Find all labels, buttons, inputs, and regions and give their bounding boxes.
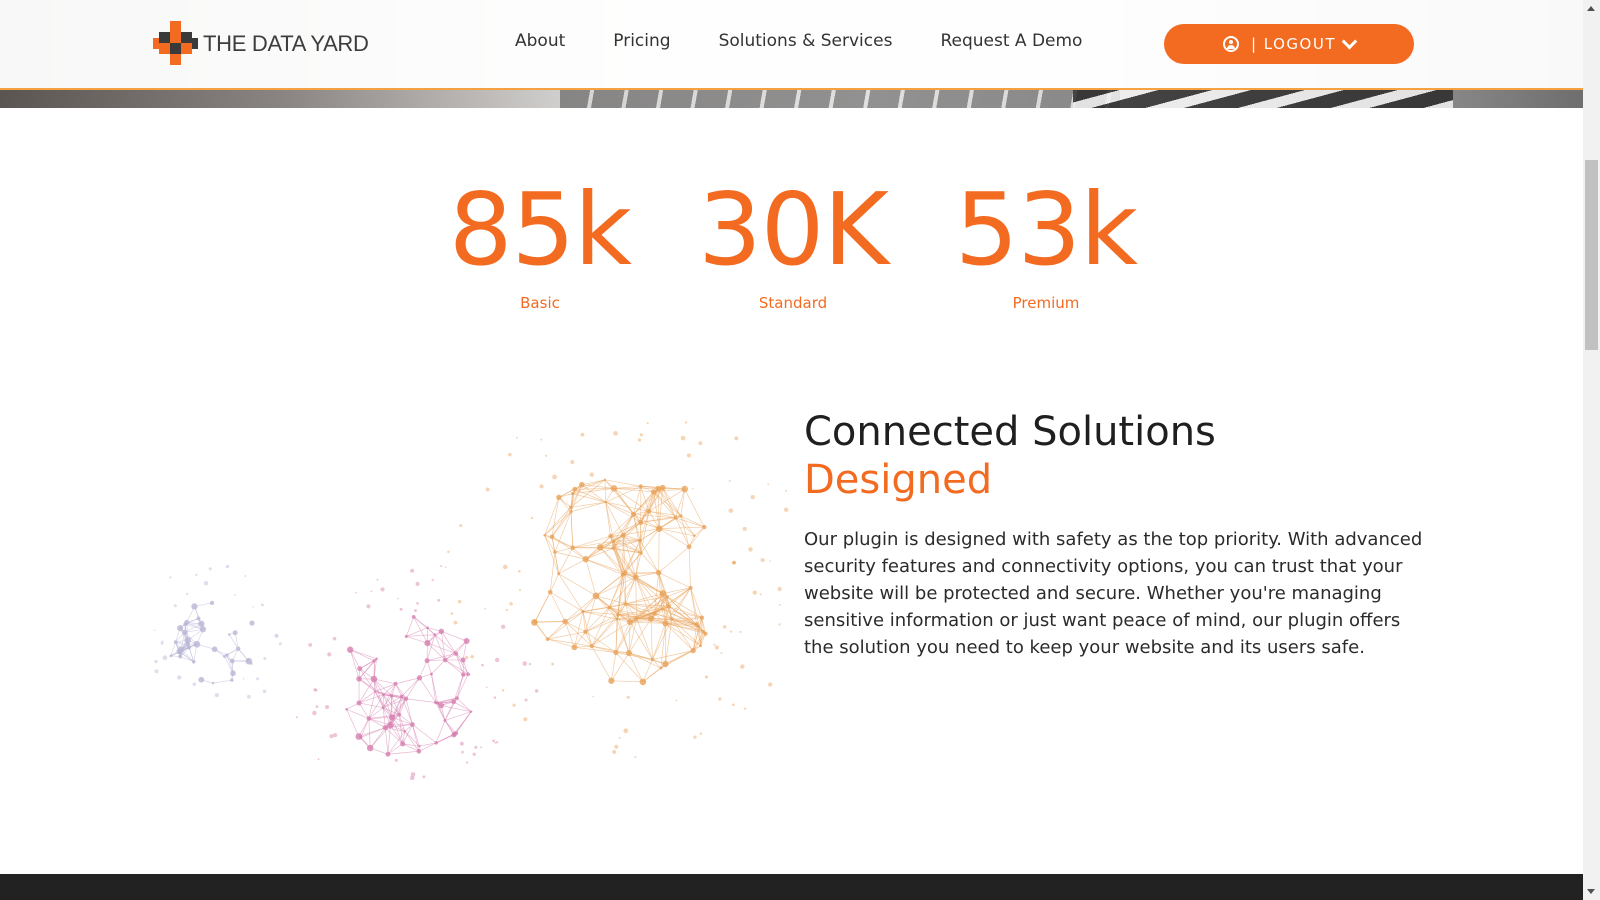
stat-standard: 30K Standard [673,171,913,313]
stat-value: 30K [698,171,889,288]
network-illustration [153,421,789,780]
stat-basic: 85k Basic [420,171,660,313]
hero-keyboard-graphic-right [1073,88,1453,108]
stat-value: 53k [954,171,1138,288]
stat-value: 85k [448,171,632,288]
site-header: THE DATA YARD About Pricing Solutions & … [0,0,1583,90]
section-heading: Connected Solutions Designed [804,408,1444,504]
page: THE DATA YARD About Pricing Solutions & … [0,0,1600,900]
heading-line-2: Designed [804,457,993,503]
main-nav: About Pricing Solutions & Services Reque… [515,31,1130,51]
nav-solutions-services[interactable]: Solutions & Services [719,31,893,51]
stat-premium: 53k Premium [926,171,1166,313]
footer [0,874,1583,900]
connected-solutions-section: Connected Solutions Designed Our plugin … [804,408,1444,679]
logout-label: | LOGOUT [1250,35,1337,53]
scroll-up-icon[interactable] [1587,6,1595,11]
hero-keyboard-graphic [560,88,1120,108]
nav-pricing[interactable]: Pricing [613,31,670,51]
logo-text: THE DATA YARD [203,31,369,56]
chevron-down-icon [1341,33,1358,49]
user-circle-icon [1222,36,1239,52]
heading-line-1: Connected Solutions [804,409,1216,455]
nav-about[interactable]: About [515,31,565,51]
logo[interactable]: THE DATA YARD [153,21,369,67]
stat-label: Standard [758,294,828,312]
scroll-down-icon[interactable] [1587,889,1595,894]
stat-label: Basic [520,294,560,312]
nav-request-demo[interactable]: Request A Demo [940,31,1082,51]
scrollbar-thumb[interactable] [1585,160,1598,350]
logo-mark-icon [153,21,199,67]
stat-label: Premium [1012,294,1080,312]
section-body: Our plugin is designed with safety as th… [804,529,1423,658]
logout-button[interactable]: | LOGOUT [1164,24,1414,64]
scrollbar[interactable] [1583,0,1600,900]
